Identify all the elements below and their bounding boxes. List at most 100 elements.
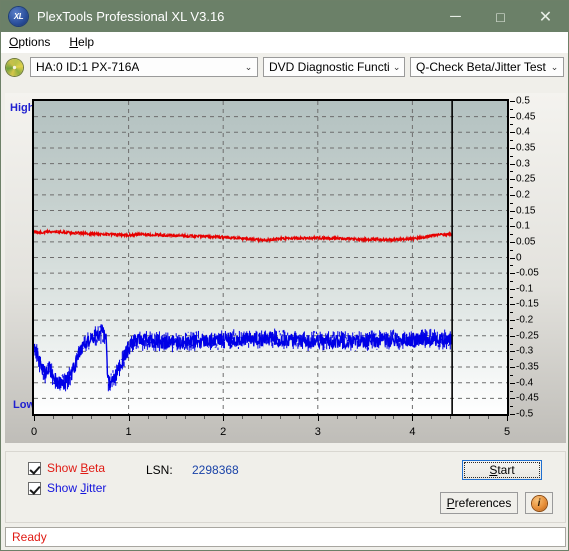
y-tick-mark [510,367,515,369]
x-tick-minor [242,416,244,419]
x-tick-minor [374,416,376,419]
show-jitter-checkbox[interactable] [28,481,41,495]
y-tick-mark [510,257,515,259]
menu-item-options-label: ptions [18,35,51,49]
y-tick-minor [510,187,513,189]
lsn-value: 2298368 [192,463,239,477]
plot-wrap [32,99,509,416]
beta-jitter-plot[interactable] [32,99,509,416]
x-tick-minor [279,416,281,419]
disc-icon [6,58,23,76]
x-tick-mark [128,416,130,421]
x-tick-mark [507,416,508,421]
drive-select[interactable]: HA:0 ID:1 PX-716A ⌄ [30,57,258,77]
menu-item-options[interactable]: Options [9,35,50,49]
chart-panel: High Low 0.5 0.45 0.4 0.35 0.3 0.25 0.2 0.15 0.1… [5,93,566,443]
y-tick-mark [510,398,515,400]
y-tick-mark [510,335,515,337]
test-select[interactable]: Q-Check Beta/Jitter Test ⌄ [410,57,564,77]
y-tick-mark [510,273,515,275]
lsn-label: LSN: [146,463,173,477]
y-tick-mark [510,132,515,134]
y-tick-label: 0.2 [516,189,530,201]
preferences-button-label: Preferences [446,496,512,510]
y-tick-minor [510,171,513,173]
x-tick-minor [109,416,111,419]
toolbar: HA:0 ID:1 PX-716A ⌄ DVD Diagnostic Funct… [1,53,568,81]
x-axis: 0 1 2 3 4 5 [30,416,510,440]
y-tick-minor [510,108,513,110]
maximize-button[interactable]: □ [478,1,523,32]
y-tick-mark [510,320,515,322]
y-tick-label: -0.45 [516,392,539,404]
y-tick-minor [510,390,513,392]
y-tick-mark [510,194,515,196]
x-tick-label: 2 [220,426,227,438]
y-tick-label: 0.5 [516,95,530,107]
y-tick-label: 0.45 [516,111,536,123]
start-button-label: Start [464,462,540,478]
x-tick-mark [412,416,414,421]
chevron-down-icon: ⌄ [244,61,253,72]
y-tick-mark [510,179,515,181]
y-tick-mark [510,210,515,212]
x-tick-minor [166,416,168,419]
preferences-button[interactable]: Preferences [440,492,518,514]
y-tick-minor [510,374,513,376]
y-tick-minor [510,327,513,329]
y-tick-label: -0.5 [516,408,534,420]
y-axis: 0.5 0.45 0.4 0.35 0.3 0.25 0.2 0.15 0.1 0.05 0 -0.0… [510,95,566,420]
y-tick-label: -0.1 [516,283,534,295]
y-tick-mark [510,414,515,415]
y-tick-mark [510,101,515,102]
y-tick-mark [510,147,515,149]
window-title: PlexTools Professional XL V3.16 [37,9,225,24]
y-tick-minor [510,155,513,157]
y-tick-minor [510,343,513,345]
show-beta-row[interactable]: Show Beta [28,461,105,475]
y-tick-label: -0.25 [516,330,539,342]
start-button[interactable]: Start [462,460,542,480]
controls-panel: Show Beta Show Jitter LSN: 2298368 Start… [5,451,566,523]
y-tick-minor [510,265,513,267]
y-tick-minor [510,406,513,408]
function-select-value: DVD Diagnostic Functions [269,60,390,74]
y-tick-minor [510,359,513,361]
x-tick-minor [336,416,338,419]
y-tick-label: -0.4 [516,377,534,389]
drive-select-value: HA:0 ID:1 PX-716A [36,60,140,74]
y-tick-minor [510,218,513,220]
x-tick-label: 0 [30,426,38,438]
window-buttons: ─ □ ✕ [433,1,568,32]
y-tick-label: 0.05 [516,236,536,248]
y-tick-label: 0.4 [516,126,530,138]
menu-item-help[interactable]: Help [69,35,94,49]
show-beta-checkbox[interactable] [28,461,41,475]
y-tick-label: 0.35 [516,142,536,154]
chevron-down-icon: ⌄ [550,61,559,72]
function-select[interactable]: DVD Diagnostic Functions ⌄ [263,57,405,77]
y-tick-minor [510,124,513,126]
x-tick-minor [147,416,149,419]
y-tick-label: -0.2 [516,314,534,326]
y-tick-label: 0.25 [516,173,536,185]
y-tick-mark [510,116,515,118]
plot-svg [34,101,507,414]
close-button[interactable]: ✕ [523,1,568,32]
show-jitter-row[interactable]: Show Jitter [28,481,106,495]
x-tick-minor [52,416,54,419]
test-select-value: Q-Check Beta/Jitter Test [416,60,546,74]
x-tick-mark [223,416,225,421]
x-tick-minor [469,416,471,419]
x-tick-minor [431,416,433,419]
info-button[interactable]: i [525,492,553,514]
minimize-button[interactable]: ─ [433,1,478,32]
show-beta-label: Show Beta [47,461,106,475]
x-tick-label: 3 [314,426,321,438]
y-tick-mark [510,226,515,228]
app-xl-icon: XL [9,7,28,26]
show-jitter-label: Show Jitter [47,481,107,495]
axis-label-high: High [10,102,35,114]
y-tick-mark [510,163,515,165]
x-tick-mark [34,416,35,421]
